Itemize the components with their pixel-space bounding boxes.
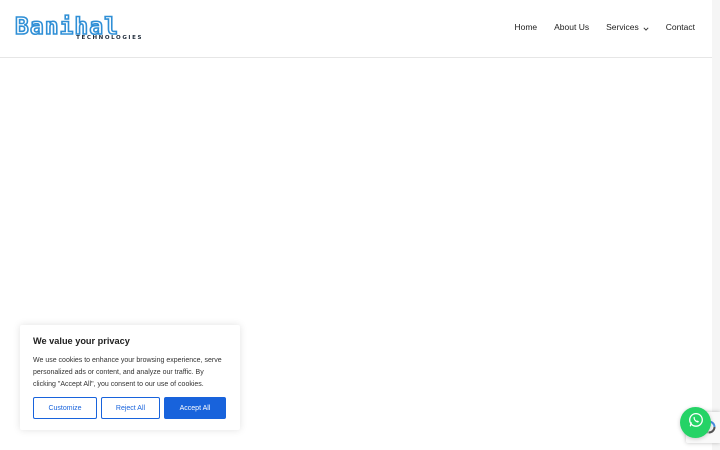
customize-button[interactable]: Customize [33,397,97,419]
logo-tagline: TECHNOLOGIES [76,35,143,41]
page-scrollbar[interactable] [712,0,720,450]
whatsapp-icon [688,412,704,433]
nav-item-about-us[interactable]: About Us [554,22,589,32]
cookie-description: We use cookies to enhance your browsing … [33,357,222,388]
main-nav: Home About Us Services Contact [497,22,695,32]
logo[interactable]: Banihal TECHNOLOGIES [14,14,145,45]
nav-item-label: Contact [665,22,695,32]
nav-item-label: About Us [554,22,590,32]
nav-item-label: Services [606,22,639,32]
accept-all-button[interactable]: Accept All [164,397,226,419]
whatsapp-chat-button[interactable] [680,407,711,438]
cookie-title: We value your privacy [33,336,130,346]
cookie-button-group: Customize Reject All Accept All [33,397,226,419]
reject-all-button[interactable]: Reject All [101,397,160,419]
chevron-down-icon [643,24,649,31]
nav-item-label: Home [514,22,538,32]
cookie-consent-banner: We value your privacy We use cookies to … [20,325,240,430]
nav-item-services[interactable]: Services [606,22,649,32]
nav-item-contact[interactable]: Contact [666,22,695,32]
site-header: Banihal TECHNOLOGIES Home About Us Servi… [0,0,712,58]
nav-item-home[interactable]: Home [514,22,537,32]
